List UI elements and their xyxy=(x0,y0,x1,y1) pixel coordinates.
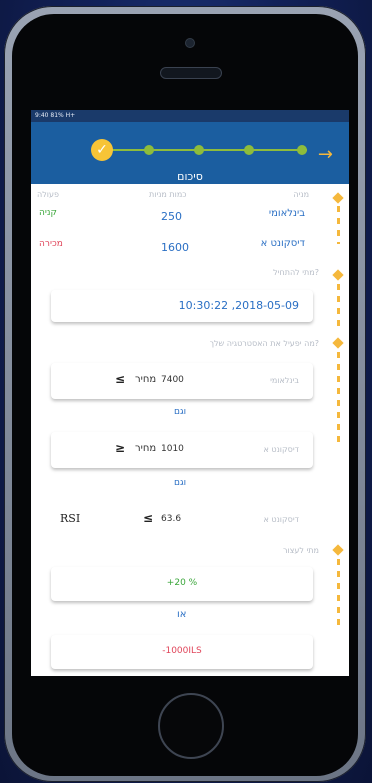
timeline-diamond xyxy=(332,192,344,204)
status-text: 9:40 81% H+ xyxy=(35,112,76,119)
condition-operator: ≤ xyxy=(143,511,154,525)
timeline-diamond xyxy=(332,544,344,556)
timeline-line xyxy=(337,206,340,244)
start-datetime: 10:30:22 ,2018-05-09 xyxy=(178,299,299,312)
front-camera xyxy=(185,38,195,48)
page-title: סיכום xyxy=(177,170,203,183)
timeline-diamond xyxy=(332,337,344,349)
condition-card[interactable]: דיסקונט א מחיר ≥ 1010 xyxy=(51,432,313,468)
condition-field: RSI xyxy=(60,512,81,525)
condition-value: 7400 xyxy=(161,375,184,385)
condition-stock: בינלאומי xyxy=(270,376,299,385)
step-5[interactable] xyxy=(297,145,307,155)
row-1-stock: בינלאומי xyxy=(268,208,305,219)
condition-value: 63.6 xyxy=(161,514,182,524)
strategy-question: מה יפעיל את האסטרטגיה שלך? xyxy=(209,339,319,348)
start-question: מתי להתחיל? xyxy=(273,268,319,277)
condition-operator: ≥ xyxy=(115,441,126,455)
step-3[interactable] xyxy=(194,145,204,155)
take-profit-value: +20 % xyxy=(166,578,198,588)
column-header-quantity: כמות מניות xyxy=(149,190,187,199)
column-header-stock: מניה xyxy=(293,190,309,199)
row-1-action: קניה xyxy=(39,208,57,218)
row-2-action: מכירה xyxy=(39,239,63,249)
condition-field: מחיר xyxy=(135,443,157,454)
timeline-line xyxy=(337,284,340,328)
home-button[interactable] xyxy=(158,693,224,759)
earpiece-speaker xyxy=(160,67,222,79)
stop-question: מתי לעצור xyxy=(282,546,319,555)
header: ✓ → סיכום xyxy=(31,122,349,184)
progress-stepper: ✓ xyxy=(91,139,307,161)
timeline-line xyxy=(337,559,340,629)
row-1-quantity: 250 xyxy=(161,210,182,223)
condition-field: מחיר xyxy=(135,374,157,385)
status-bar: 9:40 81% H+ xyxy=(31,110,349,122)
row-2-quantity: 1600 xyxy=(161,241,189,254)
and-label: וגם xyxy=(174,478,187,488)
condition-card[interactable]: דיסקונט א RSI ≤ 63.6 xyxy=(51,505,313,535)
stop-loss-value: -1000ILS xyxy=(162,646,202,656)
column-header-action: פעולה xyxy=(37,190,59,199)
timeline-line xyxy=(337,352,340,448)
or-label: או xyxy=(177,609,187,620)
start-datetime-card[interactable]: 10:30:22 ,2018-05-09 xyxy=(51,290,313,322)
step-2[interactable] xyxy=(144,145,154,155)
timeline-diamond xyxy=(332,269,344,281)
condition-card[interactable]: בינלאומי מחיר ≤ 7400 xyxy=(51,363,313,399)
arrow-right-icon[interactable]: → xyxy=(318,146,333,164)
take-profit-card[interactable]: +20 % xyxy=(51,567,313,601)
condition-stock: דיסקונט א xyxy=(263,445,299,454)
step-4[interactable] xyxy=(244,145,254,155)
check-icon: ✓ xyxy=(91,139,113,161)
condition-stock: דיסקונט א xyxy=(263,515,299,524)
app-screen: 9:40 81% H+ ✓ → סיכום מניה כמות מניות פע… xyxy=(31,110,349,676)
row-2-stock: דיסקונט א xyxy=(260,238,305,249)
stop-loss-card[interactable]: -1000ILS xyxy=(51,635,313,669)
and-label: וגם xyxy=(174,407,187,417)
condition-operator: ≤ xyxy=(115,372,126,386)
condition-value: 1010 xyxy=(161,444,184,454)
